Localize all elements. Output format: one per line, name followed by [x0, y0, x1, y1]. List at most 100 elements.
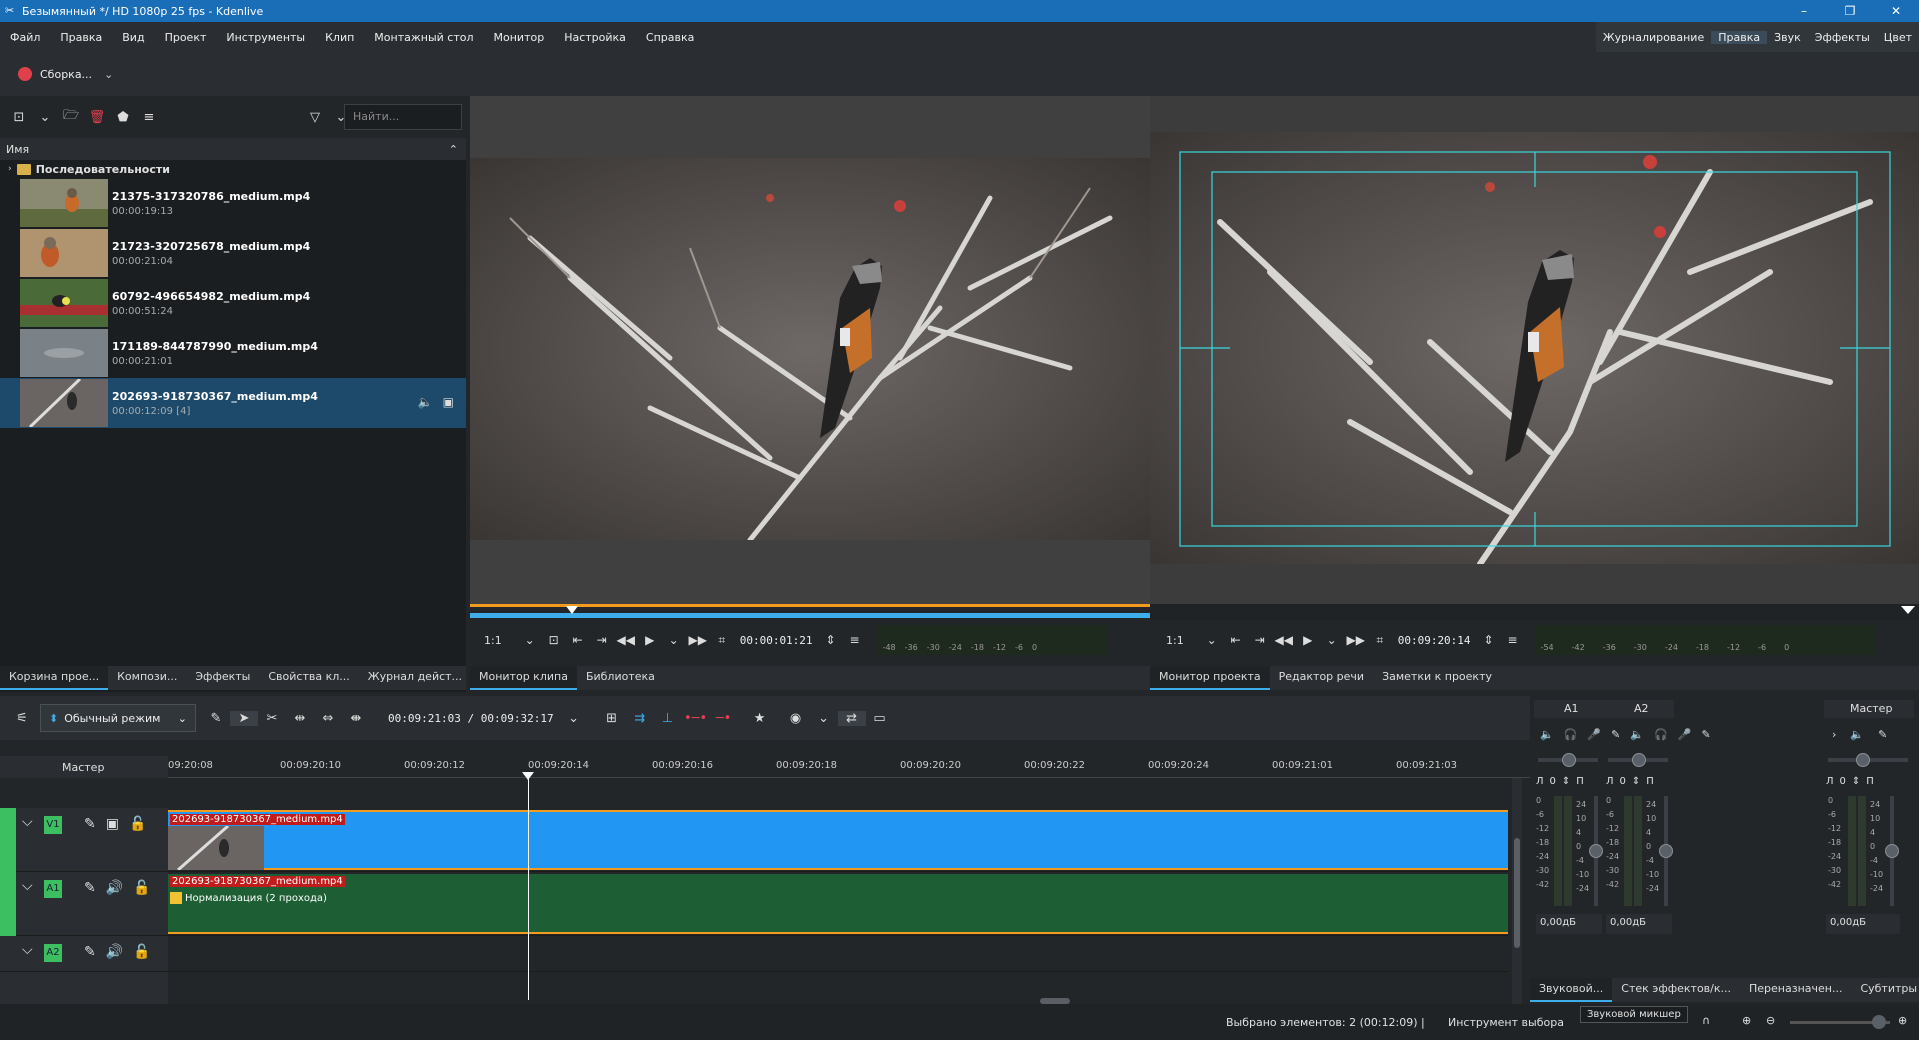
mute-icon[interactable]: 🔈: [1540, 728, 1554, 741]
clip-effect-badge[interactable]: Нормализация (2 прохода): [170, 892, 327, 904]
tab-effect-stack[interactable]: Стек эффектов/к...: [1612, 978, 1740, 1002]
track-header-a2[interactable]: ⌵ A2 ✎ 🔊 🔓: [0, 936, 168, 972]
effects-icon[interactable]: ✎: [1701, 728, 1710, 741]
menu-help[interactable]: Справка: [636, 31, 704, 44]
bin-clip[interactable]: 21375-317320786_medium.mp4 00:00:19:13: [0, 178, 466, 228]
track-tag[interactable]: A1: [44, 880, 62, 898]
minimize-button[interactable]: –: [1781, 0, 1827, 22]
out-point-icon[interactable]: ⇥: [590, 633, 614, 647]
tab-project-monitor[interactable]: Монитор проекта: [1150, 666, 1270, 690]
rewind-icon[interactable]: ◀◀: [1272, 633, 1296, 647]
spin-icon[interactable]: ⇕: [819, 633, 843, 647]
clip-monitor[interactable]: [470, 96, 1150, 604]
zoom-combo[interactable]: 1:1: [1166, 634, 1184, 647]
menu-icon[interactable]: ≡: [1501, 633, 1525, 647]
menu-tools[interactable]: Инструменты: [216, 31, 315, 44]
lock-icon[interactable]: 🔓: [129, 816, 146, 832]
video-clip[interactable]: 202693-918730367_medium.mp4: [168, 810, 1508, 870]
crop-icon[interactable]: ⌗: [1368, 633, 1392, 648]
audio-clip[interactable]: 202693-918730367_medium.mp4 Нормализация…: [168, 874, 1508, 934]
chevron-down-icon[interactable]: ⌄: [518, 633, 542, 647]
volume-knob-a1[interactable]: [1589, 844, 1603, 858]
out-point-icon[interactable]: ⇥: [1248, 633, 1272, 647]
bin-search-input[interactable]: Найти...: [344, 104, 462, 130]
play-icon[interactable]: ▶: [638, 633, 662, 647]
workspace-logging[interactable]: Журналирование: [1596, 31, 1712, 44]
effects-toggle-icon[interactable]: ✎: [202, 711, 230, 726]
cut-icon[interactable]: ─•: [710, 711, 738, 726]
tab-clip-monitor[interactable]: Монитор клипа: [470, 666, 577, 690]
track-tag[interactable]: V1: [44, 816, 62, 834]
menu-monitor[interactable]: Монитор: [484, 31, 555, 44]
spin-icon[interactable]: ⇕: [1852, 776, 1860, 787]
razor-tool-icon[interactable]: ✂: [258, 711, 286, 726]
workspace-audio[interactable]: Звук: [1767, 31, 1808, 44]
pan-knob-a1[interactable]: [1562, 753, 1576, 767]
lock-icon[interactable]: 🔓: [133, 944, 150, 960]
tab-project-bin[interactable]: Корзина прое...: [0, 666, 109, 690]
bin-clip[interactable]: 21723-320725678_medium.mp4 00:00:21:04: [0, 228, 466, 278]
spin-icon[interactable]: ⇕: [1562, 776, 1570, 787]
spin-icon[interactable]: ⇕: [1477, 633, 1501, 647]
workspace-edit[interactable]: Правка: [1711, 30, 1768, 44]
in-point-icon[interactable]: ⇤: [566, 633, 590, 647]
effects-icon[interactable]: ✎: [1611, 728, 1620, 741]
edit-mode-combo[interactable]: ⬍ Обычный режим ⌄: [40, 704, 196, 732]
menu-icon[interactable]: ≡: [140, 108, 158, 126]
video-icon[interactable]: ▣: [106, 816, 119, 832]
spacer-tool-icon[interactable]: ⇹: [286, 711, 314, 726]
menu-edit[interactable]: Правка: [50, 31, 112, 44]
timeline-playhead[interactable]: [528, 772, 529, 1000]
folder-icon[interactable]: 🗁: [62, 108, 80, 126]
tab-subtitles[interactable]: Субтитры: [1851, 978, 1919, 1002]
tab-effects[interactable]: Эффекты: [186, 666, 259, 690]
spin-icon[interactable]: ⇕: [1632, 776, 1640, 787]
gain-field-a2[interactable]: 0,00дБ: [1606, 914, 1672, 934]
effects-icon[interactable]: ✎: [84, 816, 96, 832]
chevron-down-icon[interactable]: ⌄: [810, 711, 838, 726]
project-monitor[interactable]: [1150, 96, 1919, 604]
track-v1[interactable]: 202693-918730367_medium.mp4: [168, 808, 1508, 872]
chevron-right-icon[interactable]: ›: [1832, 728, 1836, 741]
rewind-icon[interactable]: ◀◀: [614, 633, 638, 647]
close-button[interactable]: ✕: [1873, 0, 1919, 22]
lift-icon[interactable]: ⊥: [654, 711, 682, 726]
sliders-icon[interactable]: ⚟: [8, 711, 36, 726]
chevron-down-icon[interactable]: ⌄: [1320, 633, 1344, 647]
extract-icon[interactable]: •─•: [682, 711, 710, 726]
solo-icon[interactable]: 🎧: [1654, 728, 1668, 741]
chevron-down-icon[interactable]: ⌄: [36, 108, 54, 126]
play-icon[interactable]: ▶: [1296, 633, 1320, 647]
record-icon[interactable]: 🎤: [1678, 728, 1692, 741]
menu-settings[interactable]: Настройка: [554, 31, 636, 44]
track-active-indicator[interactable]: [0, 872, 16, 936]
snap-icon[interactable]: ◉: [782, 711, 810, 726]
collapse-icon[interactable]: ⌵: [22, 878, 33, 894]
tab-library[interactable]: Библиотека: [577, 666, 664, 690]
clip-monitor-seekbar[interactable]: [470, 604, 1150, 620]
track-tag[interactable]: A2: [44, 944, 62, 962]
fullscreen-icon[interactable]: ⊡: [542, 633, 566, 647]
chevron-down-icon[interactable]: ⌄: [560, 711, 588, 726]
workspace-effects[interactable]: Эффекты: [1808, 31, 1877, 44]
bin-clip-selected[interactable]: 202693-918730367_medium.mp4 00:00:12:09 […: [0, 378, 466, 428]
volume-knob-master[interactable]: [1885, 844, 1899, 858]
tag-icon[interactable]: ⬟: [114, 108, 132, 126]
subtitle-icon[interactable]: ▭: [866, 711, 894, 726]
folder-sequences[interactable]: › Последовательности: [0, 160, 466, 178]
chevron-down-icon[interactable]: ⌄: [104, 68, 113, 81]
zoom-out-icon[interactable]: ⊖: [1766, 1014, 1775, 1027]
in-point-icon[interactable]: ⇤: [1224, 633, 1248, 647]
effects-icon[interactable]: ✎: [84, 880, 96, 896]
collapse-icon[interactable]: ⌵: [22, 814, 33, 830]
tab-speech-editor[interactable]: Редактор речи: [1270, 666, 1373, 690]
project-monitor-ruler[interactable]: [1150, 604, 1919, 620]
crop-icon[interactable]: ⌗: [710, 633, 734, 648]
audio-icon[interactable]: 🔊: [106, 880, 123, 896]
mute-icon[interactable]: 🔈: [1850, 728, 1864, 741]
playhead-marker-icon[interactable]: [522, 772, 534, 780]
zoom-fit-icon[interactable]: ⊕: [1898, 1014, 1907, 1027]
forward-icon[interactable]: ▶▶: [1344, 633, 1368, 647]
menu-project[interactable]: Проект: [155, 31, 217, 44]
playhead-marker-icon[interactable]: [566, 606, 578, 614]
